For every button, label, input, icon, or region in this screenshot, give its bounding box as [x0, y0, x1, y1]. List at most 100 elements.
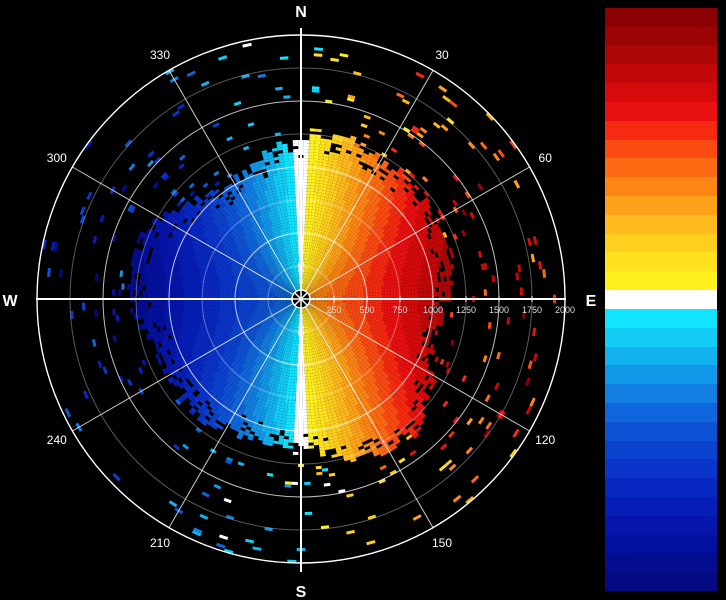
echo-cell [310, 188, 315, 192]
echo-cell [297, 358, 300, 362]
echo-cell [308, 388, 313, 392]
echo-cell [298, 346, 301, 350]
echo-cell [307, 221, 311, 225]
echo-cell [291, 481, 298, 485]
echo-cell [487, 322, 492, 329]
echo-cell [369, 300, 373, 303]
echo-cell [285, 421, 291, 425]
echo-cell [314, 137, 321, 142]
echo-cell [303, 176, 308, 180]
echo-cell [452, 494, 462, 503]
echo-cell [387, 300, 391, 304]
echo-cell [303, 173, 308, 177]
echo-cell [381, 306, 385, 310]
echo-cell [405, 285, 409, 290]
echo-cell [442, 95, 451, 103]
echo-cell [310, 379, 315, 383]
echo-cell [469, 211, 475, 220]
echo-cell [312, 390, 316, 395]
echo-cell [273, 440, 279, 445]
echo-cell [381, 294, 385, 298]
echo-cell [307, 415, 312, 419]
echo-cell [296, 349, 299, 353]
echo-cell [284, 402, 289, 407]
echo-cell [398, 457, 406, 464]
echo-cell [323, 482, 331, 487]
echo-cell [305, 379, 309, 383]
echo-cell [303, 412, 308, 416]
echo-cell [407, 312, 412, 317]
echo-cell [313, 155, 319, 160]
echo-cell [302, 358, 305, 362]
echo-cell [390, 294, 394, 298]
echo-cell [283, 405, 288, 410]
echo-cell [294, 415, 299, 419]
echo-cell [357, 302, 361, 305]
echo-cell [392, 280, 396, 285]
echo-cell [281, 417, 287, 422]
echo-cell [309, 140, 315, 144]
echo-cell [438, 85, 448, 93]
echo-cell [305, 206, 310, 210]
echo-cell [363, 133, 371, 139]
echo-cell [321, 467, 329, 472]
echo-cell [529, 397, 536, 407]
echo-cell [304, 251, 307, 255]
echo-cell [302, 212, 306, 216]
echo-cell [354, 294, 358, 297]
echo-cell [461, 229, 467, 237]
echo-cell [308, 155, 314, 159]
echo-cell [417, 305, 421, 310]
echo-cell [310, 215, 315, 219]
echo-cell [444, 291, 448, 297]
echo-cell [311, 418, 316, 422]
echo-cell [308, 385, 312, 389]
echo-cell [390, 290, 394, 295]
echo-cell [288, 436, 294, 440]
echo-cell [354, 292, 358, 295]
echo-cell [290, 412, 295, 416]
echo-cell [351, 301, 355, 304]
echo-cell [310, 409, 315, 413]
echo-cell [306, 403, 311, 407]
echo-cell [375, 305, 379, 309]
echo-cell [384, 300, 388, 304]
echo-cell [308, 433, 313, 437]
echo-cell [432, 121, 441, 129]
echo-cell [363, 443, 370, 449]
echo-cell [306, 400, 311, 404]
echo-cell [317, 399, 321, 403]
echo-cell [304, 370, 308, 374]
echo-cell [366, 540, 376, 546]
echo-cell [446, 280, 451, 287]
echo-cell [307, 182, 312, 186]
echo-cell [310, 373, 314, 377]
echo-cell [292, 391, 297, 395]
echo-cell [302, 221, 306, 225]
echo-cell [372, 300, 376, 303]
echo-cell [413, 312, 418, 318]
echo-cell [308, 215, 312, 219]
echo-cell [360, 293, 364, 296]
echo-cell [280, 383, 285, 388]
echo-cell [289, 433, 294, 437]
echo-cell [308, 436, 314, 440]
echo-cell [339, 295, 343, 297]
echo-cell [287, 445, 294, 449]
echo-cell [308, 161, 313, 165]
echo-cell [386, 281, 390, 286]
echo-cell [407, 281, 412, 286]
echo-cell [294, 412, 299, 416]
echo-cell [449, 312, 454, 318]
echo-cell [368, 285, 373, 289]
echo-cell [312, 433, 318, 437]
echo-cell [295, 409, 300, 413]
echo-cell [296, 352, 299, 356]
echo-cell [357, 291, 361, 294]
echo-cell [312, 206, 316, 211]
echo-cell [307, 424, 313, 428]
echo-cell [420, 292, 424, 297]
echo-cell [296, 373, 300, 377]
echo-cell [440, 124, 449, 132]
echo-cell [420, 288, 424, 293]
